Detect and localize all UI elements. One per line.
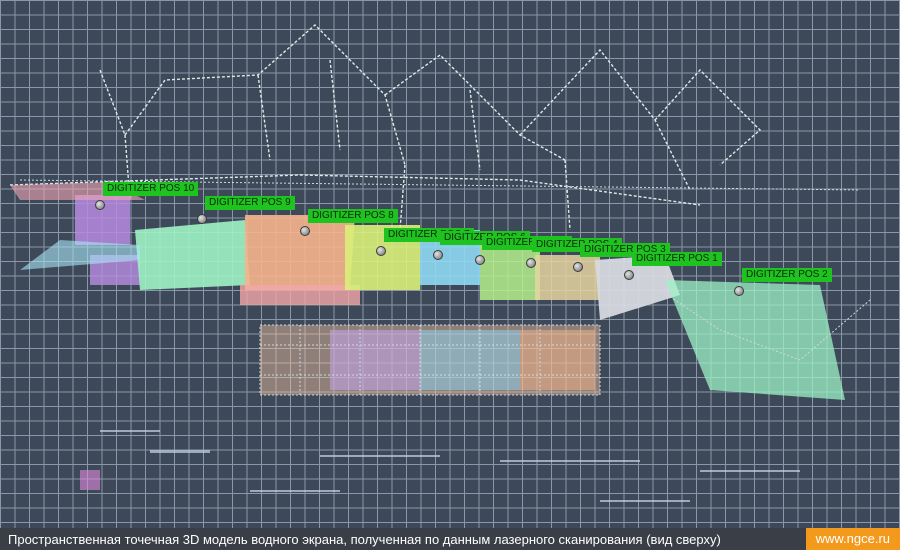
pos-marker-7[interactable] xyxy=(376,246,386,256)
pos-label-2[interactable]: DIGITIZER POS 2 xyxy=(742,268,832,282)
pos-marker-6[interactable] xyxy=(433,250,443,260)
pos-label-9[interactable]: DIGITIZER POS 9 xyxy=(205,196,295,210)
point-cloud-viewport[interactable]: DIGITIZER POS 10 DIGITIZER POS 9 DIGITIZ… xyxy=(0,0,900,528)
pos-marker-2[interactable] xyxy=(734,286,744,296)
pos-label-10[interactable]: DIGITIZER POS 10 xyxy=(103,182,199,196)
pos-label-1[interactable]: DIGITIZER POS 1 xyxy=(632,252,722,266)
pos-marker-9[interactable] xyxy=(197,214,207,224)
pos-marker-8[interactable] xyxy=(300,226,310,236)
pos-marker-5[interactable] xyxy=(475,255,485,265)
point-cloud-scan xyxy=(9,24,871,502)
ground-points xyxy=(100,430,800,502)
site-link[interactable]: www.ngce.ru xyxy=(805,528,900,550)
pos-marker-10[interactable] xyxy=(95,200,105,210)
caption-bar: Пространственная точечная 3D модель водн… xyxy=(0,528,900,550)
pos-marker-1[interactable] xyxy=(624,270,634,280)
pos-marker-3[interactable] xyxy=(573,262,583,272)
pos-label-8[interactable]: DIGITIZER POS 8 xyxy=(308,209,398,223)
pos-marker-4[interactable] xyxy=(526,258,536,268)
caption-text: Пространственная точечная 3D модель водн… xyxy=(8,531,721,547)
